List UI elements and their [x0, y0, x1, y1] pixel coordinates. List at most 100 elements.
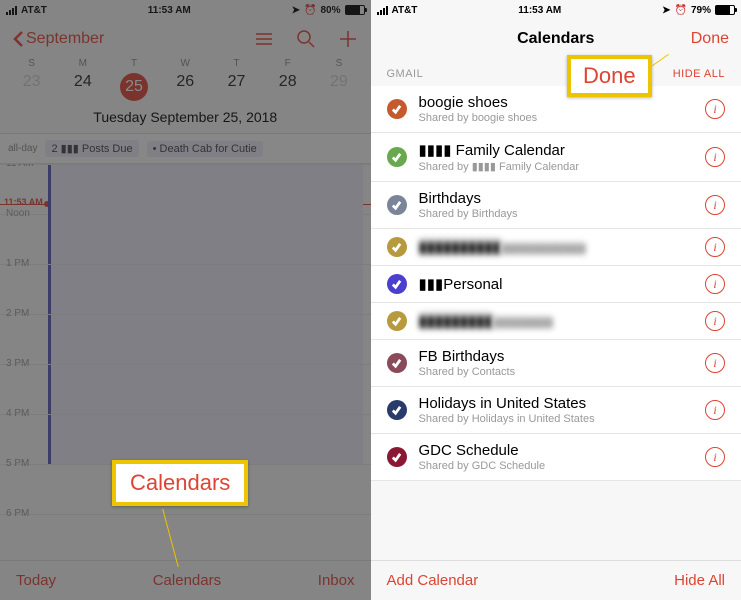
calendar-name: ▮▮▮▮▮▮▮▮▮ [419, 312, 493, 330]
calendar-row[interactable]: boogie shoesShared by boogie shoes i [371, 86, 741, 133]
info-icon[interactable]: i [705, 147, 725, 167]
info-icon[interactable]: i [705, 237, 725, 257]
calendar-sub: ▮▮▮▮▮▮▮▮▮▮ [493, 316, 554, 329]
section-header: GMAIL HIDE ALL [371, 58, 741, 86]
calendar-day-view: AT&T 11:53 AM ➤ ⏰ 80% September SMTWTFS … [0, 0, 371, 600]
status-bar: AT&T 11:53 AM ➤ ⏰ 79% [371, 0, 741, 20]
calendar-text: ▮▮▮▮ Family CalendarShared by ▮▮▮▮ Famil… [419, 141, 694, 173]
calendar-row[interactable]: ▮▮▮▮▮▮▮▮▮▮▮▮▮▮▮▮▮▮▮▮▮▮▮▮ i [371, 229, 741, 266]
weekday: T [211, 58, 262, 69]
weekday: F [262, 58, 313, 69]
day-cell[interactable]: 26 [160, 73, 211, 101]
check-icon[interactable] [387, 311, 407, 331]
calendar-text: ▮▮▮▮▮▮▮▮▮▮▮▮▮▮▮▮▮▮▮▮▮▮▮▮ [419, 238, 694, 257]
location-icon: ➤ [292, 5, 300, 16]
hide-all-button[interactable]: Hide All [674, 572, 725, 589]
info-icon[interactable]: i [705, 274, 725, 294]
full-date: Tuesday September 25, 2018 [0, 105, 371, 134]
inbox-button[interactable]: Inbox [318, 572, 355, 589]
page-title: Calendars [517, 30, 594, 48]
calendar-text: BirthdaysShared by Birthdays [419, 190, 694, 220]
add-icon[interactable] [337, 28, 359, 50]
calendar-row[interactable]: GDC ScheduleShared by GDC Schedulei [371, 434, 741, 481]
calendar-text: FB BirthdaysShared by Contacts [419, 348, 694, 378]
calendar-text: ▮▮▮Personal [419, 275, 694, 293]
list-view-icon[interactable] [253, 28, 275, 50]
check-icon[interactable] [387, 147, 407, 167]
calendar-name: boogie shoes [419, 94, 694, 111]
week-row: 23242526272829 [0, 69, 371, 105]
check-icon[interactable] [387, 353, 407, 373]
check-icon[interactable] [387, 195, 407, 215]
check-icon[interactable] [387, 99, 407, 119]
weekday: T [108, 58, 159, 69]
info-icon[interactable]: i [705, 447, 725, 467]
weekday: W [160, 58, 211, 69]
calendars-button[interactable]: Calendars [153, 572, 221, 589]
calendar-text: Holidays in United StatesShared by Holid… [419, 395, 694, 425]
check-icon[interactable] [387, 237, 407, 257]
check-icon[interactable] [387, 274, 407, 294]
battery-percent: 80% [320, 5, 340, 16]
calendar-text: boogie shoesShared by boogie shoes [419, 94, 694, 124]
calendar-sub: Shared by Birthdays [419, 208, 694, 220]
now-label: 11:53 AM [4, 197, 43, 207]
hour-label: 6 PM [6, 508, 29, 519]
check-icon[interactable] [387, 447, 407, 467]
weekday: M [57, 58, 108, 69]
hour-label: 3 PM [6, 358, 29, 369]
calendar-row[interactable]: FB BirthdaysShared by Contacts i [371, 340, 741, 387]
add-calendar-button[interactable]: Add Calendar [387, 572, 479, 589]
bottom-toolbar: Today Calendars Inbox [0, 560, 371, 600]
info-icon[interactable]: i [705, 311, 725, 331]
calendar-name: ▮▮▮▮ Family Calendar [419, 141, 694, 159]
search-icon[interactable] [295, 28, 317, 50]
info-icon[interactable]: i [705, 353, 725, 373]
calendar-sub: ▮▮▮▮▮▮▮▮▮▮▮▮▮▮ [501, 242, 586, 255]
day-cell[interactable]: 27 [211, 73, 262, 101]
weekday: S [6, 58, 57, 69]
battery-icon [715, 5, 735, 15]
calendar-row[interactable]: ▮▮▮Personal i [371, 266, 741, 303]
callout-done: Done [567, 55, 652, 97]
clock: 11:53 AM [417, 5, 662, 16]
section-label: GMAIL [387, 68, 424, 80]
allday-event[interactable]: 2 ▮▮▮ Posts Due [45, 140, 138, 157]
calendar-name: ▮▮▮▮▮▮▮▮▮▮ [419, 238, 502, 256]
signal-icon [6, 6, 17, 15]
today-button[interactable]: Today [16, 572, 56, 589]
signal-icon [377, 6, 388, 15]
day-cell[interactable]: 24 [57, 73, 108, 101]
calendar-row[interactable]: BirthdaysShared by Birthdays i [371, 182, 741, 229]
callout-calendars: Calendars [112, 460, 248, 506]
done-button[interactable]: Done [691, 30, 729, 48]
day-cell[interactable]: 29 [313, 73, 364, 101]
day-cell[interactable]: 25 [108, 73, 159, 101]
battery-percent: 79% [691, 5, 711, 16]
info-icon[interactable]: i [705, 195, 725, 215]
carrier: AT&T [21, 5, 47, 16]
calendar-row[interactable]: ▮▮▮▮▮▮▮▮▮▮▮▮▮▮▮▮▮▮▮ i [371, 303, 741, 340]
calendar-name: Birthdays [419, 190, 694, 207]
calendar-name: ▮▮▮Personal [419, 275, 694, 293]
allday-event[interactable]: • Death Cab for Cutie [147, 141, 263, 157]
bottom-toolbar: Add Calendar Hide All [371, 560, 741, 600]
calendar-list: boogie shoesShared by boogie shoes i ▮▮▮▮ … [371, 86, 741, 481]
day-cell[interactable]: 28 [262, 73, 313, 101]
check-icon[interactable] [387, 400, 407, 420]
weekday: S [313, 58, 364, 69]
alarm-icon: ⏰ [304, 5, 316, 16]
hide-all-button[interactable]: HIDE ALL [673, 68, 725, 80]
calendar-row[interactable]: ▮▮▮▮ Family CalendarShared by ▮▮▮▮ Famil… [371, 133, 741, 182]
calendar-row[interactable]: Holidays in United StatesShared by Holid… [371, 387, 741, 434]
alarm-icon: ⏰ [675, 5, 687, 16]
nav-bar: September [0, 20, 371, 58]
calendar-sub: Shared by GDC Schedule [419, 460, 694, 472]
info-icon[interactable]: i [705, 400, 725, 420]
calendar-name: Holidays in United States [419, 395, 694, 412]
back-button[interactable]: September [12, 30, 104, 48]
hour-label: 5 PM [6, 458, 29, 469]
day-cell[interactable]: 23 [6, 73, 57, 101]
info-icon[interactable]: i [705, 99, 725, 119]
calendar-sub: Shared by ▮▮▮▮ Family Calendar [419, 160, 694, 173]
